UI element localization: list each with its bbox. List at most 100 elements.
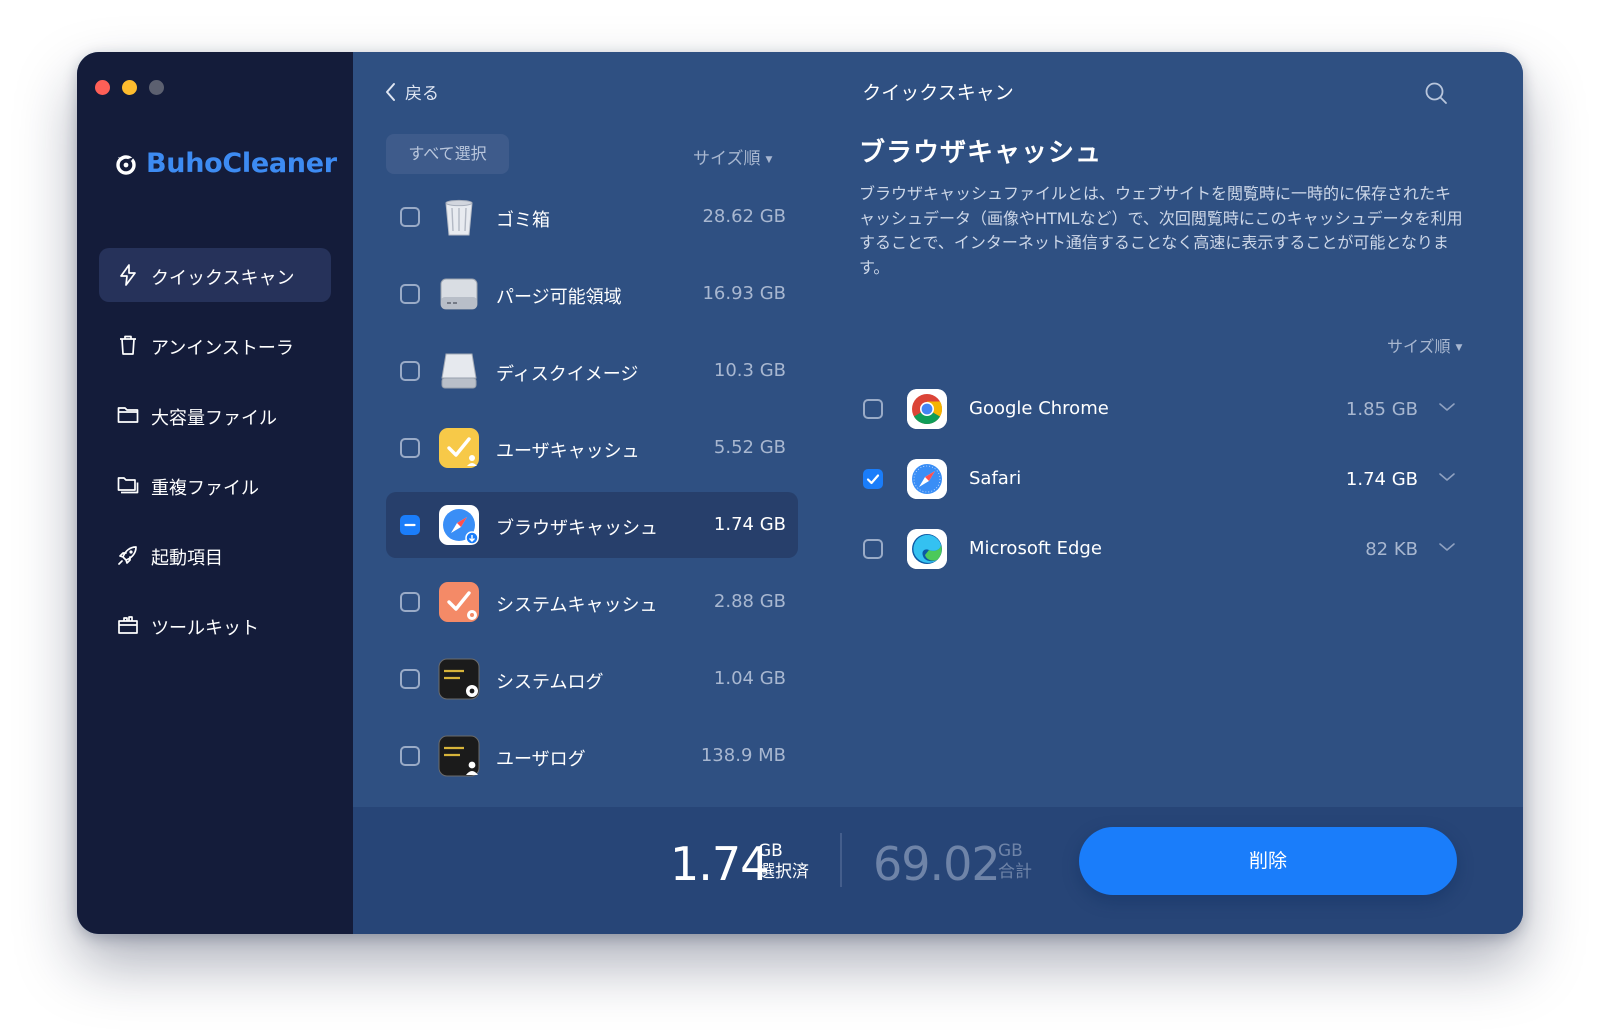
list-item-trash[interactable]: ゴミ箱 28.62 GB [386,184,798,250]
folder-icon [117,407,139,423]
row-size: 16.93 GB [702,283,786,304]
sidebar-item-duplicate-files[interactable]: 重複ファイル [99,458,331,512]
list-item-purgeable-space[interactable]: パージ可能領域 16.93 GB [386,261,798,327]
checkbox[interactable] [863,399,883,419]
browser-cache-icon [439,505,479,545]
list-item-user-log[interactable]: ユーザログ 138.9 MB [386,723,798,789]
minus-icon [404,523,416,527]
app-name: BuhoCleaner [146,148,337,179]
sidebar: BuhoCleaner クイックスキャン アンインストーラ 大容量ファイル 重複 [77,52,353,934]
row-size: 1.74 GB [713,514,786,535]
safari-icon [907,459,947,499]
minimize-window-button[interactable] [122,80,137,95]
chevron-down-icon[interactable] [1438,538,1456,556]
app-window: BuhoCleaner クイックスキャン アンインストーラ 大容量ファイル 重複 [77,52,1523,934]
system-log-icon [438,658,480,700]
list-item-disk-image[interactable]: ディスクイメージ 10.3 GB [386,338,798,404]
checkbox[interactable] [400,592,420,612]
browser-label: Google Chrome [969,398,1109,419]
sidebar-item-label: 重複ファイル [151,478,259,499]
disk-image-icon [441,353,477,389]
total-unit-label: GB [998,841,1023,861]
checkbox[interactable] [400,515,420,535]
checkbox[interactable] [400,669,420,689]
lightning-icon [120,264,136,286]
detail-sort-dropdown[interactable]: サイズ順 ▼ [1387,333,1462,357]
rocket-icon [118,546,137,565]
chevron-down-icon[interactable] [1438,398,1456,416]
browser-label: Safari [969,468,1022,489]
row-label: ユーザログ [496,749,586,770]
selected-caption: 選択済 [758,862,809,882]
close-window-button[interactable] [95,80,110,95]
search-icon[interactable] [1423,80,1449,106]
checkbox[interactable] [400,438,420,458]
trash-icon [120,335,136,355]
delete-button[interactable]: 削除 [1079,827,1457,895]
browser-size: 1.85 GB [1345,399,1418,420]
browser-size: 82 KB [1365,539,1418,560]
system-cache-icon [439,582,479,622]
browser-row-edge[interactable]: Microsoft Edge 82 KB [863,520,1463,580]
sort-label: サイズ順 [1387,337,1451,356]
browser-size: 1.74 GB [1345,469,1418,490]
sidebar-item-uninstaller[interactable]: アンインストーラ [99,318,331,372]
row-label: ゴミ箱 [496,210,550,231]
row-label: ユーザキャッシュ [496,441,640,462]
row-label: ディスクイメージ [496,364,639,385]
sidebar-item-toolkit[interactable]: ツールキット [99,598,331,652]
list-item-system-cache[interactable]: システムキャッシュ 2.88 GB [386,569,798,635]
checkbox[interactable] [400,207,420,227]
list-item-user-cache[interactable]: ユーザキャッシュ 5.52 GB [386,415,798,481]
duplicate-folder-icon [117,477,139,494]
chevron-down-icon[interactable] [1438,468,1456,486]
selected-size-value: 1.74 [670,837,769,891]
browser-row-chrome[interactable]: Google Chrome 1.85 GB [863,380,1463,440]
checkbox[interactable] [400,284,420,304]
selected-size-unit: GB 選択済 [758,841,809,883]
browser-row-safari[interactable]: Safari 1.74 GB [863,450,1463,510]
sidebar-item-startup-items[interactable]: 起動項目 [99,528,331,582]
sidebar-item-large-files[interactable]: 大容量ファイル [99,388,331,442]
toolkit-icon [118,616,138,634]
footer-divider [840,833,842,887]
sidebar-item-label: 起動項目 [151,548,223,569]
list-item-system-log[interactable]: システムログ 1.04 GB [386,646,798,712]
page-title: クイックスキャン [862,82,1014,104]
edge-icon [907,529,947,569]
trash-can-icon [445,199,473,236]
sidebar-item-quick-scan[interactable]: クイックスキャン [99,248,331,302]
total-caption: 合計 [998,862,1032,882]
sort-dropdown[interactable]: サイズ順 ▼ [693,144,772,169]
checkbox[interactable] [863,469,883,489]
selected-unit-label: GB [758,841,783,861]
app-logo: BuhoCleaner [114,148,337,179]
footer-bar: 1.74 GB 選択済 69.02 GB 合計 削除 [353,807,1523,934]
sidebar-item-label: ツールキット [151,618,259,639]
checkbox[interactable] [400,746,420,766]
list-item-browser-cache[interactable]: ブラウザキャッシュ 1.74 GB [386,492,798,558]
row-label: パージ可能領域 [496,287,622,308]
buho-logo-icon [116,154,136,175]
sidebar-item-label: クイックスキャン [151,268,295,289]
user-log-icon [438,735,480,777]
sort-label: サイズ順 [693,149,761,169]
row-size: 10.3 GB [713,360,786,381]
checkbox[interactable] [863,539,883,559]
main-panel: 戻る クイックスキャン すべて選択 サイズ順 ▼ ゴミ箱 28.62 GB パー… [353,52,1523,934]
browser-label: Microsoft Edge [969,538,1102,559]
sidebar-item-label: 大容量ファイル [151,408,277,429]
row-size: 28.62 GB [702,206,786,227]
checkmark-icon [866,474,880,485]
total-size-unit: GB 合計 [998,841,1032,883]
zoom-window-button[interactable] [149,80,164,95]
checkbox[interactable] [400,361,420,381]
total-size-value: 69.02 [873,837,1001,891]
row-size: 138.9 MB [700,745,786,766]
chrome-icon [907,389,947,429]
row-label: システムキャッシュ [496,595,658,616]
detail-description: ブラウザキャッシュファイルとは、ウェブサイトを閲覧時に一時的に保存されたキャッシ… [859,184,1463,277]
caret-down-icon: ▼ [1455,343,1463,353]
select-all-button[interactable]: すべて選択 [386,134,509,174]
user-cache-icon [439,428,479,468]
